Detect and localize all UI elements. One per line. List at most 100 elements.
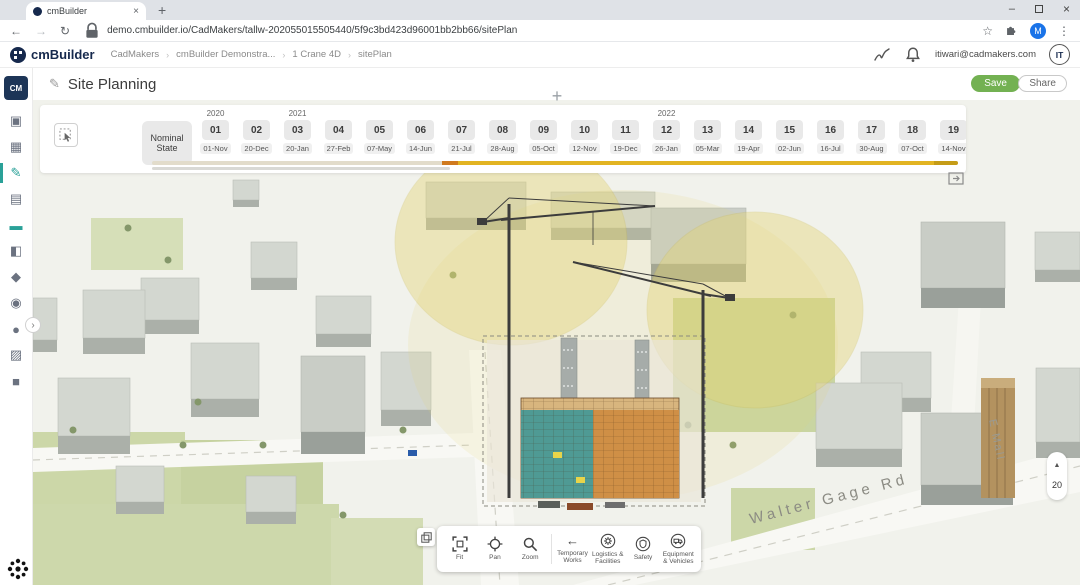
compass-control[interactable]: ▲ 20 <box>1047 452 1067 500</box>
milestone-year <box>255 109 257 120</box>
browser-forward-icon[interactable]: → <box>35 25 47 37</box>
milestone-date: 02-Jun <box>775 143 804 154</box>
timeline-milestone[interactable]: 10 12-Nov <box>564 109 605 154</box>
milestone-number[interactable]: 17 <box>858 120 885 140</box>
timeline-milestone[interactable]: 2020 01 01-Nov <box>195 109 236 154</box>
timeline-milestone[interactable]: 09 05-Oct <box>523 109 564 154</box>
milestone-year <box>911 109 913 120</box>
edit-pencil-icon[interactable]: ✎ <box>0 160 32 186</box>
browser-reload-icon[interactable]: ↻ <box>60 25 70 37</box>
paint-roller-icon[interactable]: ▬ <box>0 212 32 238</box>
timeline-milestone[interactable]: 08 28-Aug <box>482 109 523 154</box>
user-avatar[interactable]: IT <box>1049 44 1070 65</box>
timeline-milestone[interactable]: 04 27-Feb <box>318 109 359 154</box>
milestone-number[interactable]: 04 <box>325 120 352 140</box>
materials-icon[interactable]: ◧ <box>0 238 32 264</box>
zoom-button[interactable]: Zoom <box>513 528 548 570</box>
compass-up-arrow-icon[interactable]: ▲ <box>1054 462 1061 469</box>
breadcrumb-item[interactable]: sitePlan <box>358 49 392 60</box>
add-milestone-button[interactable]: + <box>547 86 567 106</box>
timeline-milestone[interactable]: 14 19-Apr <box>728 109 769 154</box>
timeline-milestone[interactable]: 2021 03 20-Jan <box>277 109 318 154</box>
milestone-number[interactable]: 02 <box>243 120 270 140</box>
extensions-icon[interactable] <box>1005 24 1018 37</box>
timeline-milestone[interactable]: 19 14-Nov <box>933 109 966 154</box>
timeline-milestone[interactable]: 07 21-Jul <box>441 109 482 154</box>
browser-menu-icon[interactable]: ⋮ <box>1058 25 1070 37</box>
url-text[interactable]: demo.cmbuilder.io/CadMakers/tallw-202055… <box>107 25 517 36</box>
timeline-milestone[interactable]: 17 30-Aug <box>851 109 892 154</box>
timeline-range-bar[interactable] <box>152 161 958 165</box>
timeline-expand-icon[interactable] <box>948 172 964 185</box>
block-icon[interactable]: ■ <box>0 368 32 394</box>
model-layers-icon[interactable]: ▤ <box>0 186 32 212</box>
milestone-number[interactable]: 05 <box>366 120 393 140</box>
notification-bell-icon[interactable] <box>904 46 922 64</box>
rename-pencil-icon[interactable]: ✎ <box>49 76 60 92</box>
milestone-number[interactable]: 14 <box>735 120 762 140</box>
photo-icon[interactable]: ▨ <box>0 342 32 368</box>
browser-back-icon[interactable]: ← <box>10 25 22 37</box>
timeline-milestone[interactable]: 05 07-May <box>359 109 400 154</box>
equipment-vehicles-button[interactable]: Equipment & Vehicles <box>661 528 696 570</box>
share-button[interactable]: Share <box>1018 75 1067 92</box>
breadcrumb-item[interactable]: 1 Crane 4D <box>292 49 341 60</box>
timeline-scrollbar[interactable] <box>152 167 450 170</box>
timeline-home-button[interactable] <box>54 123 78 147</box>
milestone-number[interactable]: 15 <box>776 120 803 140</box>
window-close-icon[interactable]: × <box>1063 3 1070 15</box>
truck-icon <box>670 533 686 549</box>
timeline-milestone[interactable]: 13 05-Mar <box>687 109 728 154</box>
cmbuilder-dots-logo <box>5 556 31 582</box>
timeline-milestone[interactable]: 06 14-Jun <box>400 109 441 154</box>
buildings-icon[interactable]: ▦ <box>0 134 32 160</box>
timeline-milestone[interactable]: 11 19-Dec <box>605 109 646 154</box>
milestone-number[interactable]: 19 <box>940 120 966 140</box>
milestone-number[interactable]: 11 <box>612 120 639 140</box>
screenshot-button[interactable] <box>417 528 435 546</box>
window-maximize-icon[interactable] <box>1035 5 1043 13</box>
pan-button[interactable]: Pan <box>477 528 512 570</box>
timeline-milestone[interactable]: 2022 12 26-Jan <box>646 109 687 154</box>
breadcrumb-item[interactable]: CadMakers <box>111 49 160 60</box>
user-email: itiwari@cadmakers.com <box>935 49 1036 60</box>
milestone-number[interactable]: 01 <box>202 120 229 140</box>
milestone-number[interactable]: 18 <box>899 120 926 140</box>
nominal-state-card[interactable]: Nominal State <box>142 121 192 165</box>
milestone-number[interactable]: 13 <box>694 120 721 140</box>
fit-button[interactable]: Fit <box>442 528 477 570</box>
milestone-number[interactable]: 07 <box>448 120 475 140</box>
temporary-works-button[interactable]: ← Temporary Works <box>555 528 590 570</box>
milestone-number[interactable]: 12 <box>653 120 680 140</box>
timeline-milestone[interactable]: 18 07-Oct <box>892 109 933 154</box>
cube-icon[interactable]: ◆ <box>0 264 32 290</box>
tab-close-icon[interactable]: × <box>133 6 139 17</box>
bookmark-star-icon[interactable]: ☆ <box>982 25 993 37</box>
cmbuilder-logo-text[interactable]: cmBuilder <box>31 47 95 62</box>
building-under-construction <box>521 398 679 498</box>
milestone-number[interactable]: 08 <box>489 120 516 140</box>
timeline-milestone[interactable]: 15 02-Jun <box>769 109 810 154</box>
milestone-number[interactable]: 06 <box>407 120 434 140</box>
sidebar-expand-button[interactable]: › <box>25 317 41 333</box>
milestone-number[interactable]: 09 <box>530 120 557 140</box>
app-header: cmBuilder CadMakers › cmBuilder Demonstr… <box>0 42 1080 68</box>
palette-icon[interactable]: ◉ <box>0 290 32 316</box>
browser-tab[interactable]: cmBuilder × <box>26 2 146 20</box>
cm-project-avatar[interactable]: CM <box>4 76 28 100</box>
logistics-facilities-button[interactable]: Logistics & Facilities <box>590 528 625 570</box>
browser-profile-avatar[interactable]: M <box>1030 23 1046 39</box>
new-tab-button[interactable]: + <box>158 2 166 18</box>
window-minimize-icon[interactable]: – <box>1009 4 1015 15</box>
signature-icon[interactable] <box>873 46 891 64</box>
safety-button[interactable]: Safety <box>625 528 660 570</box>
milestone-date: 01-Nov <box>200 143 230 154</box>
timeline-milestone[interactable]: 16 16-Jul <box>810 109 851 154</box>
milestone-number[interactable]: 03 <box>284 120 311 140</box>
scene-image-icon[interactable]: ▣ <box>0 108 32 134</box>
milestone-number[interactable]: 10 <box>571 120 598 140</box>
timeline-milestone[interactable]: 02 20-Dec <box>236 109 277 154</box>
breadcrumb-item[interactable]: cmBuilder Demonstra... <box>176 49 275 60</box>
save-button[interactable]: Save <box>971 75 1020 92</box>
milestone-number[interactable]: 16 <box>817 120 844 140</box>
